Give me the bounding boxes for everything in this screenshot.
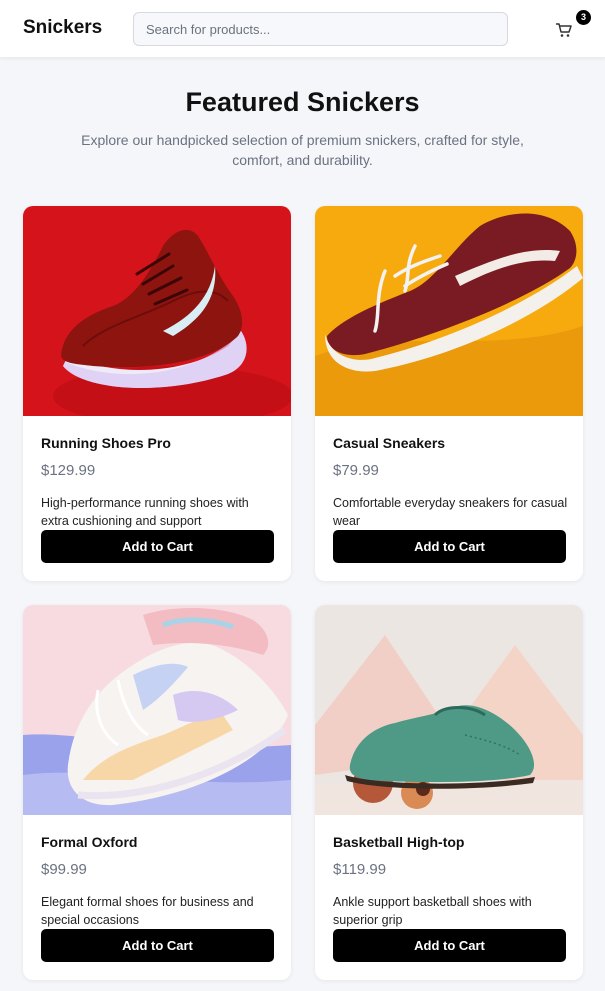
search-input[interactable] (133, 12, 508, 46)
add-to-cart-button[interactable]: Add to Cart (41, 929, 274, 962)
product-price: $119.99 (333, 861, 387, 878)
product-card: Running Shoes Pro $129.99 High-performan… (23, 206, 291, 581)
product-price: $99.99 (41, 861, 87, 878)
add-to-cart-button[interactable]: Add to Cart (333, 929, 566, 962)
product-price: $129.99 (41, 462, 96, 479)
product-card: Casual Sneakers $79.99 Comfortable every… (315, 206, 583, 581)
product-name: Running Shoes Pro (41, 435, 171, 451)
product-name: Formal Oxford (41, 834, 138, 850)
top-nav: Snickers 3 (0, 0, 605, 58)
product-image-casual-sneaker (315, 206, 583, 416)
product-description: Elegant formal shoes for business and sp… (41, 895, 254, 927)
brand-logo[interactable]: Snickers (23, 17, 102, 39)
product-image-oxford-shoe (315, 605, 583, 815)
product-description: Ankle support basketball shoes with supe… (333, 895, 532, 927)
product-card: Basketball High-top $119.99 Ankle suppor… (315, 605, 583, 980)
product-image-pastel-sneaker (23, 605, 291, 815)
product-description: High-performance running shoes with extr… (41, 496, 249, 528)
product-name: Casual Sneakers (333, 435, 446, 451)
product-name: Basketball High-top (333, 834, 465, 850)
page-title: Featured Snickers (185, 87, 420, 117)
cart-count-badge: 3 (576, 10, 591, 25)
add-to-cart-button[interactable]: Add to Cart (333, 530, 566, 563)
product-description: Comfortable everyday sneakers for casual… (333, 496, 568, 528)
add-to-cart-button[interactable]: Add to Cart (41, 530, 274, 563)
product-price: $79.99 (333, 462, 379, 479)
product-card: Formal Oxford $99.99 Elegant formal shoe… (23, 605, 291, 980)
product-image-running-shoe (23, 206, 291, 416)
page-subtitle: Explore our handpicked selection of prem… (81, 132, 524, 168)
cart-icon[interactable] (554, 20, 574, 40)
